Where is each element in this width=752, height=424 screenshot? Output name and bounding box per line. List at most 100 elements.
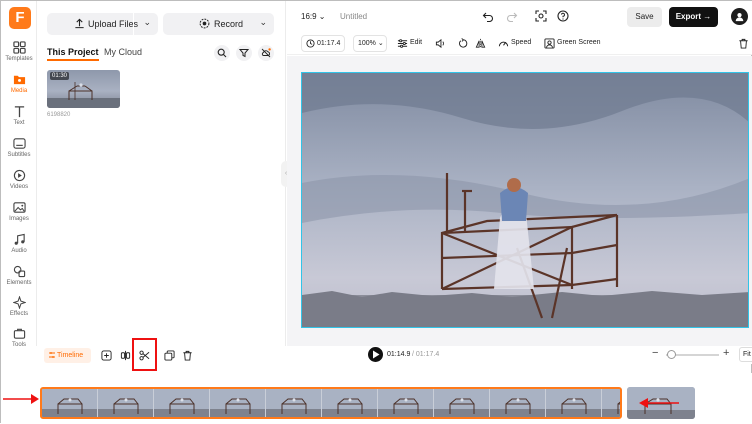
play-button[interactable] [368, 347, 383, 362]
clip-duration: 01:30 [50, 72, 70, 80]
record-icon [199, 18, 210, 29]
rail-label: Effects [9, 311, 29, 317]
videos-icon [13, 169, 25, 182]
aspect-ratio-value: 16:9 [301, 12, 317, 21]
zoom-select[interactable]: 100% ⌄ [353, 35, 387, 52]
rail-item-elements[interactable]: Elements [1, 265, 37, 295]
upload-files-button[interactable]: Upload Files ⌄ [47, 13, 158, 35]
current-time: 01:14.9 [387, 351, 411, 358]
rail-label: Videos [9, 184, 29, 190]
media-clip-thumbnail[interactable]: 01:30 [47, 70, 120, 108]
add-track-icon[interactable] [101, 350, 112, 361]
tab-this-project[interactable]: This Project [47, 47, 99, 61]
filter-icon [239, 49, 249, 58]
timeline-icon [49, 352, 55, 358]
rail-item-effects[interactable]: Effects [1, 296, 37, 326]
rail-item-subtitles[interactable]: Subtitles [1, 137, 37, 167]
media-panel: Upload Files ⌄ Record ⌄ This Project My … [38, 1, 286, 346]
app-logo[interactable]: F [9, 7, 31, 29]
rail-label: Subtitles [7, 152, 31, 158]
text-icon [14, 106, 24, 118]
record-label: Record [214, 19, 244, 29]
edit-button[interactable]: Edit [410, 39, 422, 46]
green-screen-button[interactable]: Green Screen [557, 39, 601, 46]
flip-icon[interactable] [475, 38, 486, 49]
play-icon [373, 350, 380, 359]
tab-my-cloud[interactable]: My Cloud [104, 47, 142, 57]
duplicate-icon[interactable] [164, 350, 175, 361]
zoom-value: 100% [358, 40, 376, 47]
rotate-icon[interactable] [458, 38, 469, 49]
rail-item-audio[interactable]: Audio [1, 233, 37, 263]
record-button[interactable]: Record ⌄ [163, 13, 274, 35]
avatar[interactable] [731, 8, 748, 25]
left-rail: F Templates Media Text Subtitles Videos … [1, 1, 37, 348]
speed-icon [498, 41, 509, 47]
zoom-out-button[interactable]: − [652, 347, 658, 359]
video-frame [302, 73, 748, 327]
undo-icon[interactable] [482, 10, 494, 22]
left-arrow-annotation [3, 394, 39, 404]
rail-label: Audio [11, 248, 27, 254]
upload-files-label: Upload Files [88, 19, 139, 29]
split-icon[interactable] [120, 350, 131, 361]
project-title[interactable]: Untitled [340, 12, 367, 21]
duration-field[interactable]: 01:17.4 [301, 35, 345, 52]
subtitles-icon [12, 138, 26, 149]
rail-label: Text [13, 120, 25, 126]
cut-button-highlight [132, 338, 157, 371]
volume-icon[interactable] [435, 38, 446, 49]
rail-label: Elements [6, 280, 32, 286]
clock-icon [306, 39, 315, 48]
adjust-icon [397, 39, 408, 48]
rail-label: Media [10, 88, 28, 94]
elements-icon [13, 265, 25, 278]
help-icon[interactable] [557, 10, 569, 22]
top-bar: 16:9 ⌄ Untitled Save Export → [287, 1, 752, 33]
export-button[interactable]: Export → [669, 7, 718, 27]
rail-item-videos[interactable]: Videos [1, 169, 37, 199]
video-clip-selected[interactable] [40, 387, 622, 419]
cloud-off-icon [261, 48, 271, 58]
aspect-ratio-select[interactable]: 16:9 ⌄ [301, 12, 326, 21]
chevron-down-icon[interactable]: ⌄ [143, 17, 151, 28]
effects-icon [12, 296, 26, 309]
duration-value: 01:17.4 [317, 40, 341, 47]
editor-toolbar: 01:17.4 100% ⌄ Edit Speed Green Screen [287, 33, 752, 55]
templates-icon [12, 41, 26, 54]
delete-icon[interactable] [738, 38, 749, 49]
video-preview-canvas[interactable] [301, 72, 749, 328]
search-icon [217, 48, 227, 58]
filter-button[interactable] [236, 45, 252, 61]
green-screen-icon [544, 38, 555, 49]
upload-icon [75, 18, 84, 29]
redo-icon[interactable] [506, 10, 518, 22]
chevron-down-icon[interactable]: ⌄ [259, 17, 267, 28]
rail-item-text[interactable]: Text [1, 105, 37, 135]
media-folder-icon [13, 75, 25, 85]
clip-filmstrip [42, 389, 620, 417]
right-arrow-annotation [639, 398, 679, 408]
save-button[interactable]: Save [627, 7, 662, 27]
divider [133, 13, 134, 35]
rail-item-images[interactable]: Images [1, 201, 37, 231]
rail-label: Templates [5, 56, 33, 62]
clip-name: 6198820 [47, 112, 71, 118]
screen-capture-icon[interactable] [535, 10, 547, 22]
audio-icon [14, 233, 25, 245]
hide-used-button[interactable] [258, 45, 274, 61]
rail-item-media[interactable]: Media [1, 73, 37, 103]
tools-icon [13, 328, 25, 339]
speed-button[interactable]: Speed [511, 39, 531, 46]
fit-button[interactable]: Fit [739, 347, 752, 362]
delete-clip-icon[interactable] [182, 350, 193, 361]
search-button[interactable] [214, 45, 230, 61]
timeline-label: Timeline [57, 352, 84, 359]
rail-item-templates[interactable]: Templates [1, 41, 37, 71]
rail-label: Images [9, 216, 29, 222]
images-icon [12, 202, 26, 213]
zoom-in-button[interactable]: + [723, 347, 729, 359]
user-avatar-icon [735, 13, 744, 22]
timeline-toggle-button[interactable]: Timeline [44, 348, 91, 363]
total-time: / 01:17.4 [412, 351, 440, 358]
